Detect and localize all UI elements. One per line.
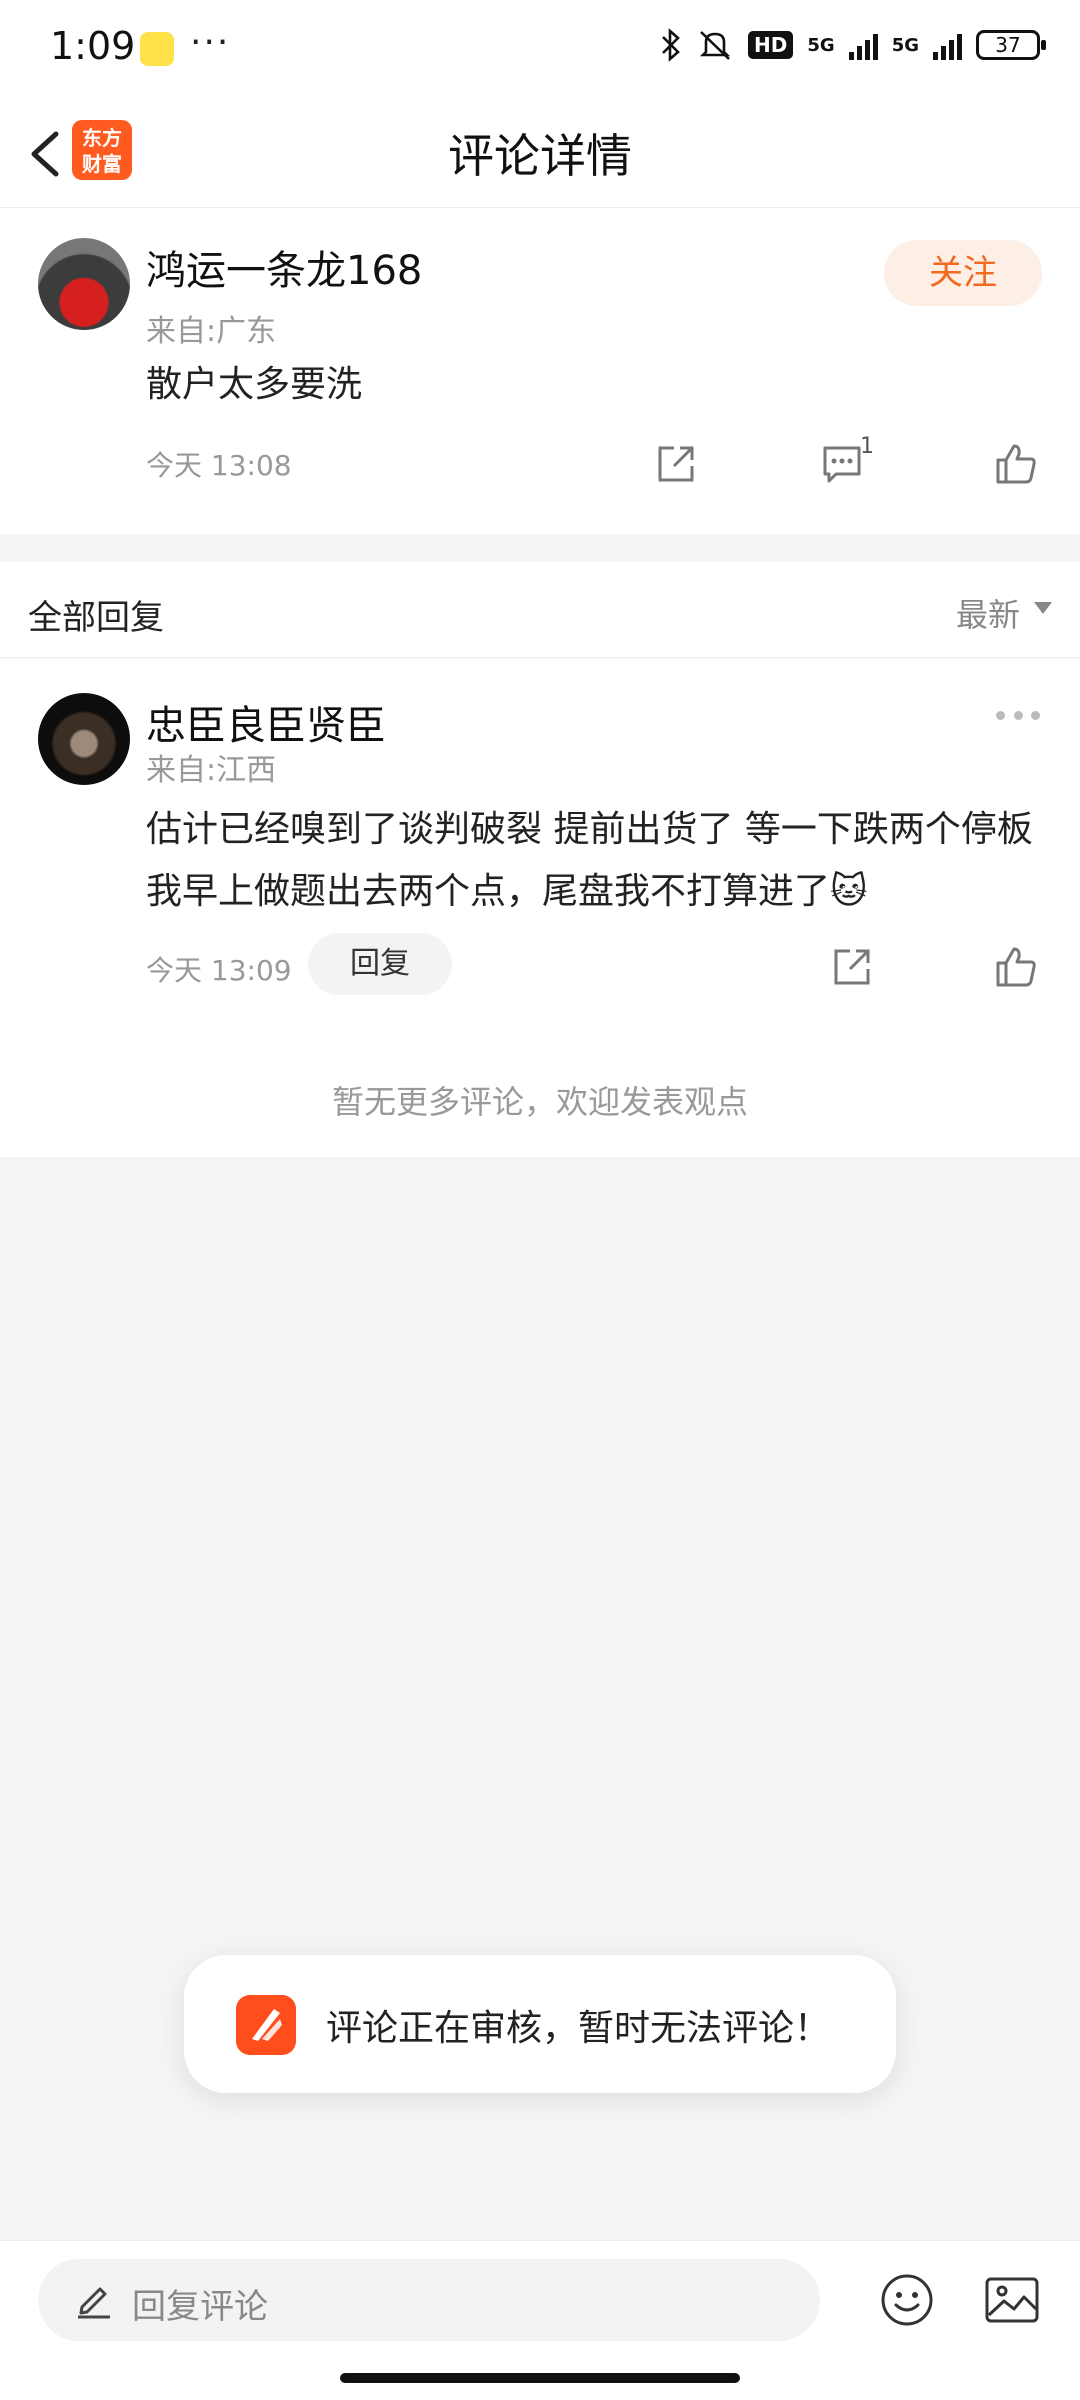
reply-text-body: 估计已经嗅到了谈判破裂 提前出货了 等一下跌两个停板 我早上做题出去两个点，尾盘… bbox=[146, 809, 1033, 912]
home-indicator[interactable] bbox=[340, 2373, 740, 2383]
reply-count: 1 bbox=[860, 434, 874, 459]
mute-icon bbox=[699, 31, 731, 60]
replies-header: 全部回复 最新 bbox=[0, 562, 1080, 658]
image-icon[interactable] bbox=[984, 2275, 1040, 2325]
reply-location: 来自:江西 bbox=[146, 753, 277, 788]
hd-badge: HD bbox=[748, 31, 794, 59]
more-options-icon[interactable] bbox=[996, 711, 1040, 723]
reply-list: 忠臣良臣贤臣 来自:江西 估计已经嗅到了谈判破裂 提前出货了 等一下跌两个停板 … bbox=[0, 659, 1080, 1157]
reply-placeholder: 回复评论 bbox=[132, 2287, 268, 2327]
signal-icon-1 bbox=[848, 30, 878, 60]
sort-dropdown[interactable]: 最新 bbox=[956, 590, 1020, 636]
cat-emoji-icon: 🐱 bbox=[830, 871, 868, 912]
avatar[interactable] bbox=[38, 238, 130, 330]
page-title: 评论详情 bbox=[448, 129, 632, 183]
network-label-1: 5G bbox=[807, 34, 835, 56]
reply-text: 估计已经嗅到了谈判破裂 提前出货了 等一下跌两个停板 我早上做题出去两个点，尾盘… bbox=[146, 799, 1046, 923]
bluetooth-icon bbox=[662, 28, 680, 62]
status-indicators: HD 5G 5G 37 bbox=[660, 28, 1046, 62]
main-comment: 鸿运一条龙168 来自:广东 关注 散户太多要洗 今天 13:08 1 bbox=[0, 208, 1080, 534]
reply-button[interactable]: 回复 bbox=[308, 933, 452, 995]
replies-title: 全部回复 bbox=[28, 598, 164, 638]
more-notifications-icon: ··· bbox=[190, 22, 231, 63]
comment-icon[interactable] bbox=[820, 442, 864, 486]
nav-bar: 东方 财富 评论详情 bbox=[0, 100, 1080, 208]
app-notification-icon bbox=[140, 32, 174, 66]
share-icon[interactable] bbox=[654, 442, 698, 486]
app-logo-icon bbox=[236, 1995, 296, 2055]
battery-icon: 37 bbox=[976, 30, 1046, 60]
no-more-comments: 暂无更多评论，欢迎发表观点 bbox=[331, 1083, 748, 1121]
bottom-bar: 回复评论 bbox=[0, 2240, 1080, 2400]
comment-username[interactable]: 鸿运一条龙168 bbox=[146, 238, 422, 296]
reply-time: 今天 13:09 bbox=[146, 954, 292, 987]
emoji-icon[interactable] bbox=[880, 2273, 934, 2327]
caret-down-icon[interactable] bbox=[1034, 602, 1052, 614]
reply-username[interactable]: 忠臣良臣贤臣 bbox=[146, 693, 386, 751]
signal-icon-2 bbox=[933, 30, 962, 60]
follow-button[interactable]: 关注 bbox=[884, 240, 1042, 306]
comment-time: 今天 13:08 bbox=[146, 449, 292, 482]
avatar[interactable] bbox=[38, 693, 130, 785]
status-bar: 1:09 ··· HD 5G 5G 37 bbox=[0, 0, 1080, 100]
like-icon[interactable] bbox=[994, 945, 1038, 989]
network-label-2: 5G bbox=[891, 34, 919, 56]
pencil-icon bbox=[78, 2287, 110, 2319]
share-icon[interactable] bbox=[830, 945, 874, 989]
comment-text: 散户太多要洗 bbox=[146, 364, 363, 405]
toast-text: 评论正在审核，暂时无法评论！ bbox=[326, 2008, 831, 2049]
comment-location: 来自:广东 bbox=[146, 314, 277, 349]
reply-input[interactable]: 回复评论 bbox=[38, 2259, 820, 2341]
toast-message: 评论正在审核，暂时无法评论！ bbox=[184, 1955, 896, 2093]
status-time: 1:09 bbox=[50, 24, 136, 68]
like-icon[interactable] bbox=[994, 442, 1038, 486]
